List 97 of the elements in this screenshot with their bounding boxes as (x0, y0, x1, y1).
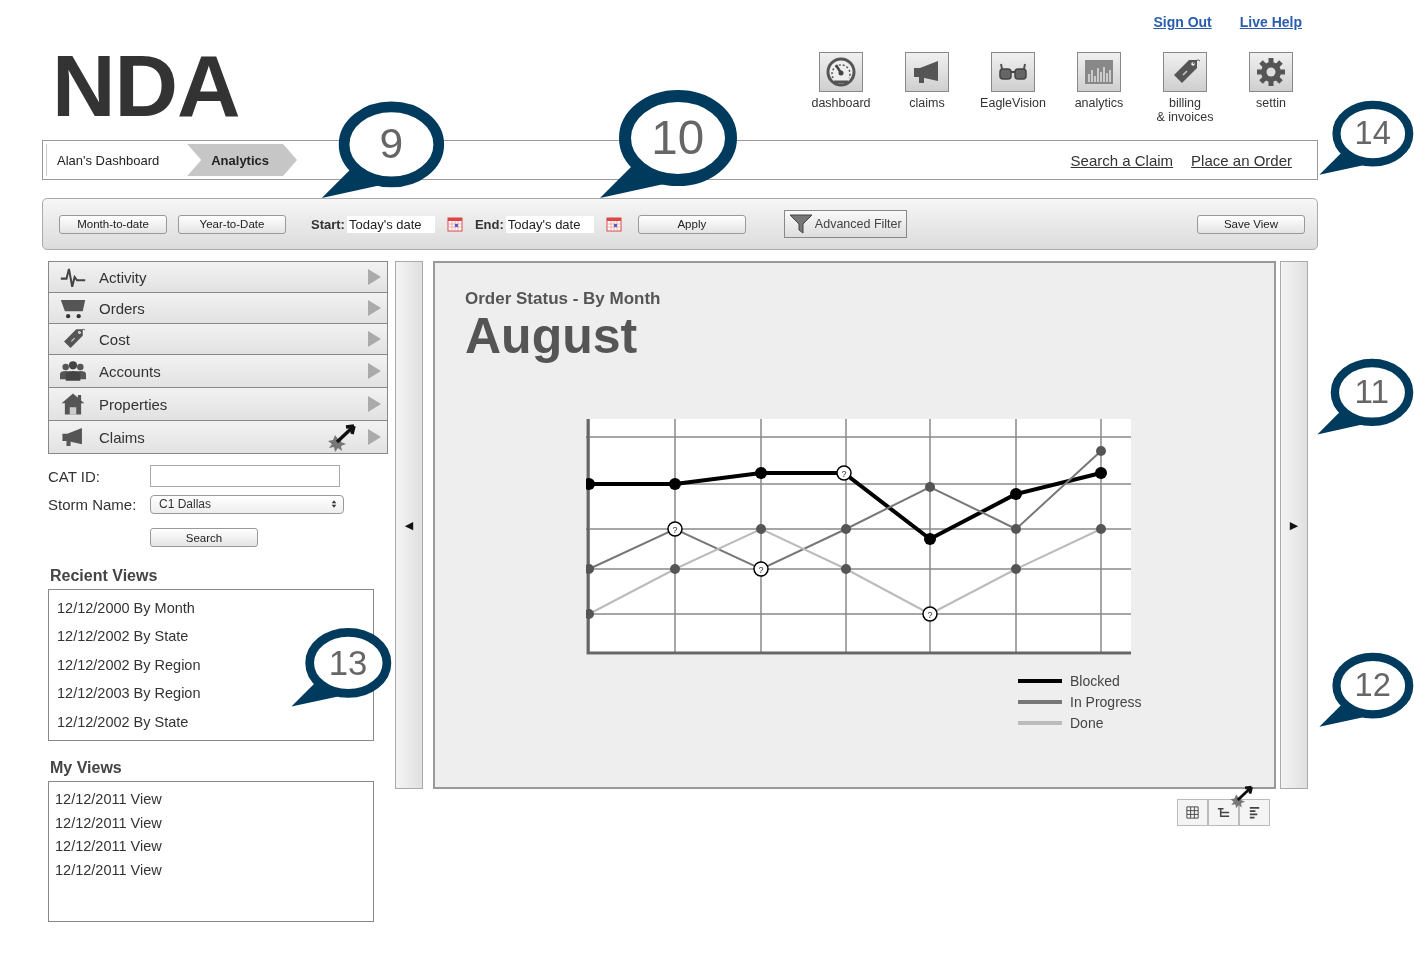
menu-item[interactable]: Claims (49, 420, 387, 453)
data-point (586, 564, 594, 574)
preset-button[interactable]: Year-to-Date (178, 214, 286, 234)
data-point (841, 524, 851, 534)
date-field[interactable]: Today's date (346, 215, 435, 233)
nav-label[interactable]: billing & invoices (1156, 96, 1214, 125)
calendar-icon[interactable] (446, 216, 463, 232)
date-label: Start: (311, 216, 345, 232)
data-point (670, 564, 680, 574)
header-link[interactable]: Live Help (1239, 14, 1302, 30)
menu-item[interactable]: Activity (49, 262, 387, 292)
callout-number: 13 (328, 645, 368, 681)
list-item[interactable]: 12/12/2002 By State (57, 707, 189, 736)
list-item[interactable]: 12/12/2011 View (55, 788, 162, 812)
menu-item[interactable]: Cost (49, 323, 387, 354)
nav-label[interactable]: dashboard (811, 96, 871, 111)
nav-icon-button[interactable] (991, 52, 1035, 92)
section-title: Recient Views (50, 567, 159, 585)
data-point (586, 609, 594, 619)
field-label: Storm Name: (48, 495, 138, 513)
view-toggle-button[interactable] (1239, 799, 1270, 826)
list-icon (1247, 805, 1262, 820)
preset-button[interactable]: Month-to-date (59, 214, 167, 234)
tree-icon (1216, 805, 1231, 820)
list-item[interactable]: 12/12/2000 By Month (57, 594, 195, 623)
data-point (841, 564, 851, 574)
grid-icon (1185, 805, 1200, 820)
quick-link[interactable]: Place an Order (1191, 151, 1292, 169)
section-title: My Views (50, 759, 123, 777)
calendar-icon[interactable] (605, 216, 622, 232)
data-point (755, 467, 767, 479)
quick-link[interactable]: Search a Claim (1070, 151, 1174, 169)
callout-number: 14 (1354, 117, 1391, 150)
people-icon (59, 358, 87, 384)
callout-number: 9 (379, 122, 404, 166)
expand-arrow-icon (368, 429, 381, 445)
collapse-bar[interactable]: ▶ (1280, 261, 1308, 789)
nav-icon-button[interactable] (1249, 52, 1293, 92)
list-item[interactable]: 12/12/2002 By Region (57, 650, 201, 680)
funnel-icon (788, 214, 813, 234)
search-button[interactable]: Search (150, 528, 258, 547)
select-arrows-icon (331, 499, 337, 509)
unknown-value-marker: ? (836, 465, 852, 481)
logo: NDA (52, 42, 240, 130)
data-point (1011, 524, 1021, 534)
list-item[interactable]: 12/12/2011 View (55, 811, 162, 836)
legend-label: Done (1070, 715, 1104, 731)
data-point (1095, 467, 1107, 479)
nav-label[interactable]: analytics (1074, 96, 1124, 111)
chart-title: August (465, 309, 639, 364)
data-point (925, 482, 935, 492)
view-toggle-button[interactable] (1177, 799, 1208, 826)
data-point (1010, 488, 1022, 500)
list-item[interactable]: 12/12/2011 View (55, 858, 162, 883)
save-view-button[interactable]: Save View (1197, 214, 1305, 234)
collapse-bar[interactable]: ◀ (395, 261, 423, 789)
nav-label[interactable]: claims (909, 96, 945, 111)
unknown-value-marker: ? (922, 606, 938, 622)
nav-icon-button[interactable] (905, 52, 949, 92)
menu-item[interactable]: Properties (49, 387, 387, 420)
header-link[interactable]: Sign Out (1153, 14, 1212, 30)
legend-label: Blocked (1070, 673, 1120, 689)
menu-item[interactable]: Accounts (49, 354, 387, 387)
data-point (586, 478, 595, 490)
list-item[interactable]: 12/12/2011 View (55, 835, 162, 859)
chart-subtitle: Order Status - By Month (465, 289, 662, 309)
nav-icon-button[interactable] (819, 52, 863, 92)
field-label: CAT ID: (48, 467, 101, 485)
house-icon (59, 391, 87, 417)
data-point (1096, 524, 1106, 534)
data-point (756, 524, 766, 534)
list-item[interactable]: 12/12/2003 By Region (57, 679, 201, 708)
callout-number: 12 (1354, 669, 1391, 702)
date-field[interactable]: Today's date (505, 215, 594, 233)
storm-name-dropdown[interactable]: C1 Dallas (150, 494, 344, 514)
unknown-value-marker: ? (667, 521, 683, 537)
callout-number: 10 (651, 113, 705, 162)
breadcrumb[interactable]: Analytics (187, 144, 298, 176)
gauge-icon (825, 56, 857, 88)
input-field[interactable] (150, 465, 340, 487)
nav-label[interactable]: settin (1256, 96, 1286, 111)
view-toggle-button[interactable] (1208, 799, 1239, 826)
date-label: End: (474, 216, 504, 232)
nav-icon-button[interactable] (1163, 52, 1207, 92)
apply-button[interactable]: Apply (637, 214, 746, 234)
data-point (669, 478, 681, 490)
gear-icon (1255, 56, 1287, 88)
data-point (1011, 564, 1021, 574)
advanced-filter-button[interactable]: Advanced Filter (783, 210, 907, 238)
data-point (924, 533, 936, 545)
list-item[interactable]: 12/12/2002 By State (57, 622, 189, 651)
menu-item[interactable]: Orders (49, 292, 387, 323)
nav-label[interactable]: EagleVision (980, 96, 1046, 111)
unknown-value-marker: ? (753, 561, 769, 577)
data-point (1096, 446, 1106, 456)
legend-label: In Progress (1070, 694, 1142, 710)
callout-number: 11 (1354, 375, 1390, 409)
